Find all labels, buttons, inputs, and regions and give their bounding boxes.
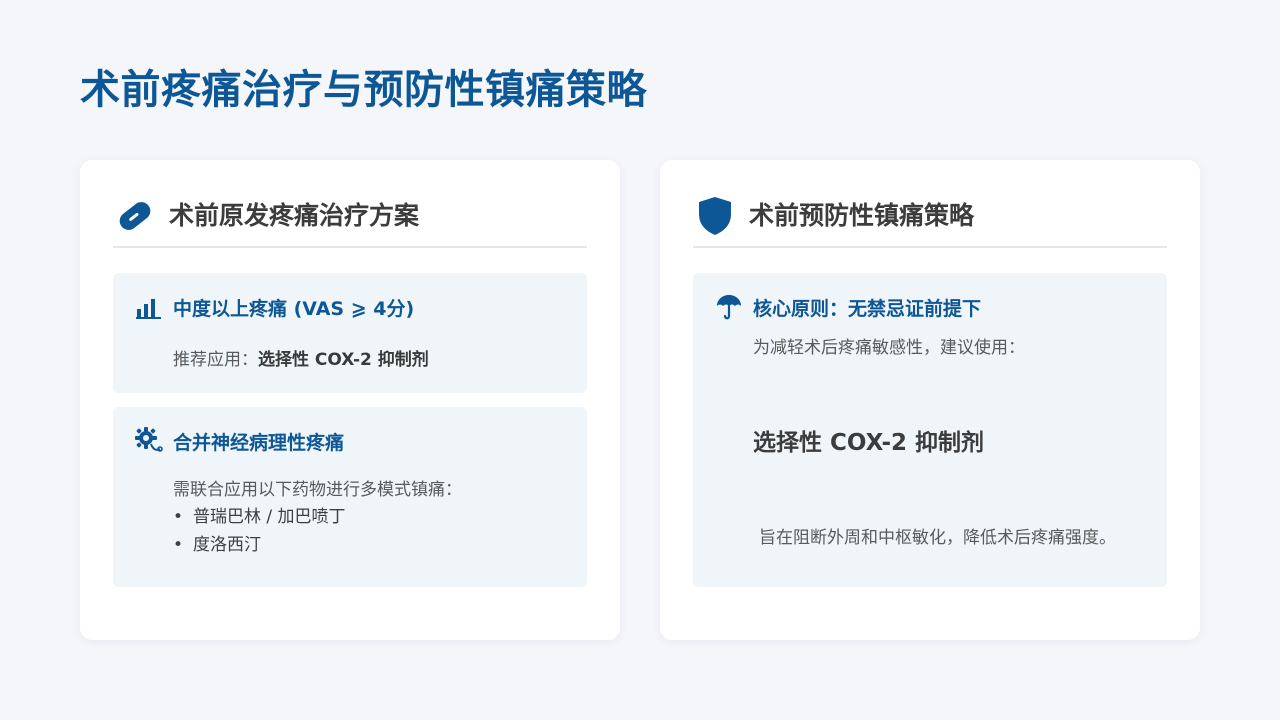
list-item: 普瑞巴林 / 加巴喷丁 [173, 503, 346, 531]
box-title-text: 中度以上疼痛 (VAS ⩾ 4分) [173, 297, 415, 320]
box-title: 核心原则：无禁忌证前提下 [715, 293, 981, 321]
neuropathic-pain-box: 合并神经病理性疼痛 需联合应用以下药物进行多模式镇痛： 普瑞巴林 / 加巴喷丁 … [113, 407, 587, 587]
recommendation-prefix: 推荐应用： [173, 350, 258, 370]
combination-text: 需联合应用以下药物进行多模式镇痛： [173, 480, 462, 500]
box-title-text: 合并神经病理性疼痛 [173, 431, 345, 454]
recommendation-text: 推荐应用：选择性 COX-2 抑制剂 [173, 345, 429, 370]
box-title: 中度以上疼痛 (VAS ⩾ 4分) [135, 293, 414, 321]
purpose-text: 旨在阻断外周和中枢敏化，降低术后疼痛强度。 [759, 528, 1116, 548]
moderate-pain-box: 中度以上疼痛 (VAS ⩾ 4分) 推荐应用：选择性 COX-2 抑制剂 [113, 273, 587, 393]
card-header: 术前原发疼痛治疗方案 [113, 196, 587, 248]
recommended-drug: 选择性 COX-2 抑制剂 [753, 430, 985, 456]
principle-subtitle: 为减轻术后疼痛敏感性，建议使用： [753, 338, 1025, 358]
shield-icon [695, 196, 735, 236]
umbrella-icon [715, 293, 743, 321]
box-title-text: 核心原则：无禁忌证前提下 [753, 297, 982, 320]
recommendation-drug: 选择性 COX-2 抑制剂 [258, 350, 429, 370]
card-title: 术前预防性镇痛策略 [749, 201, 975, 230]
preventive-analgesia-card: 术前预防性镇痛策略 核心原则：无禁忌证前提下 为减轻术后疼痛敏感性，建议使用： … [660, 160, 1200, 640]
drug-list: 普瑞巴林 / 加巴喷丁 度洛西汀 [173, 503, 346, 559]
list-item: 度洛西汀 [173, 531, 346, 559]
box-title: 合并神经病理性疼痛 [135, 427, 344, 455]
bar-chart-icon [135, 293, 163, 321]
card-title: 术前原发疼痛治疗方案 [169, 201, 420, 230]
card-header: 术前预防性镇痛策略 [693, 196, 1167, 248]
preop-treatment-card: 术前原发疼痛治疗方案 中度以上疼痛 (VAS ⩾ 4分) 推荐应用：选择性 CO… [80, 160, 620, 640]
nerve-gear-icon [135, 427, 163, 455]
core-principle-box: 核心原则：无禁忌证前提下 为减轻术后疼痛敏感性，建议使用： 选择性 COX-2 … [693, 273, 1167, 587]
pill-icon [115, 196, 155, 236]
page-title: 术前疼痛治疗与预防性镇痛策略 [80, 67, 647, 113]
